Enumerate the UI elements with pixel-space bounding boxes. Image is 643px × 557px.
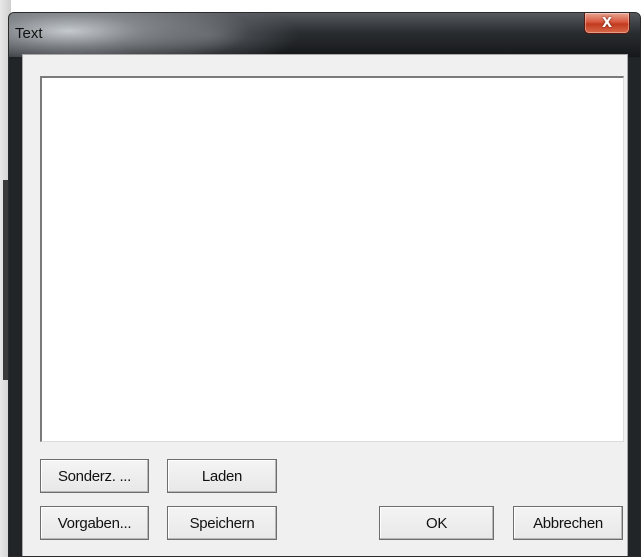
- defaults-button[interactable]: Vorgaben...: [40, 506, 149, 540]
- text-dialog: Text X Sonderz. ... Laden Vorgaben... Sp…: [8, 12, 641, 557]
- dialog-client-area: Sonderz. ... Laden Vorgaben... Speichern…: [22, 54, 628, 556]
- cancel-button[interactable]: Abbrechen: [513, 506, 623, 540]
- title-bar[interactable]: Text X: [9, 13, 640, 57]
- ok-button[interactable]: OK: [379, 506, 494, 540]
- save-button[interactable]: Speichern: [167, 506, 277, 540]
- load-button[interactable]: Laden: [167, 459, 277, 493]
- close-icon: X: [601, 15, 613, 31]
- text-input[interactable]: [40, 76, 624, 442]
- window-title: Text: [15, 25, 43, 42]
- special-chars-button[interactable]: Sonderz. ...: [40, 459, 149, 493]
- close-button[interactable]: X: [584, 13, 630, 34]
